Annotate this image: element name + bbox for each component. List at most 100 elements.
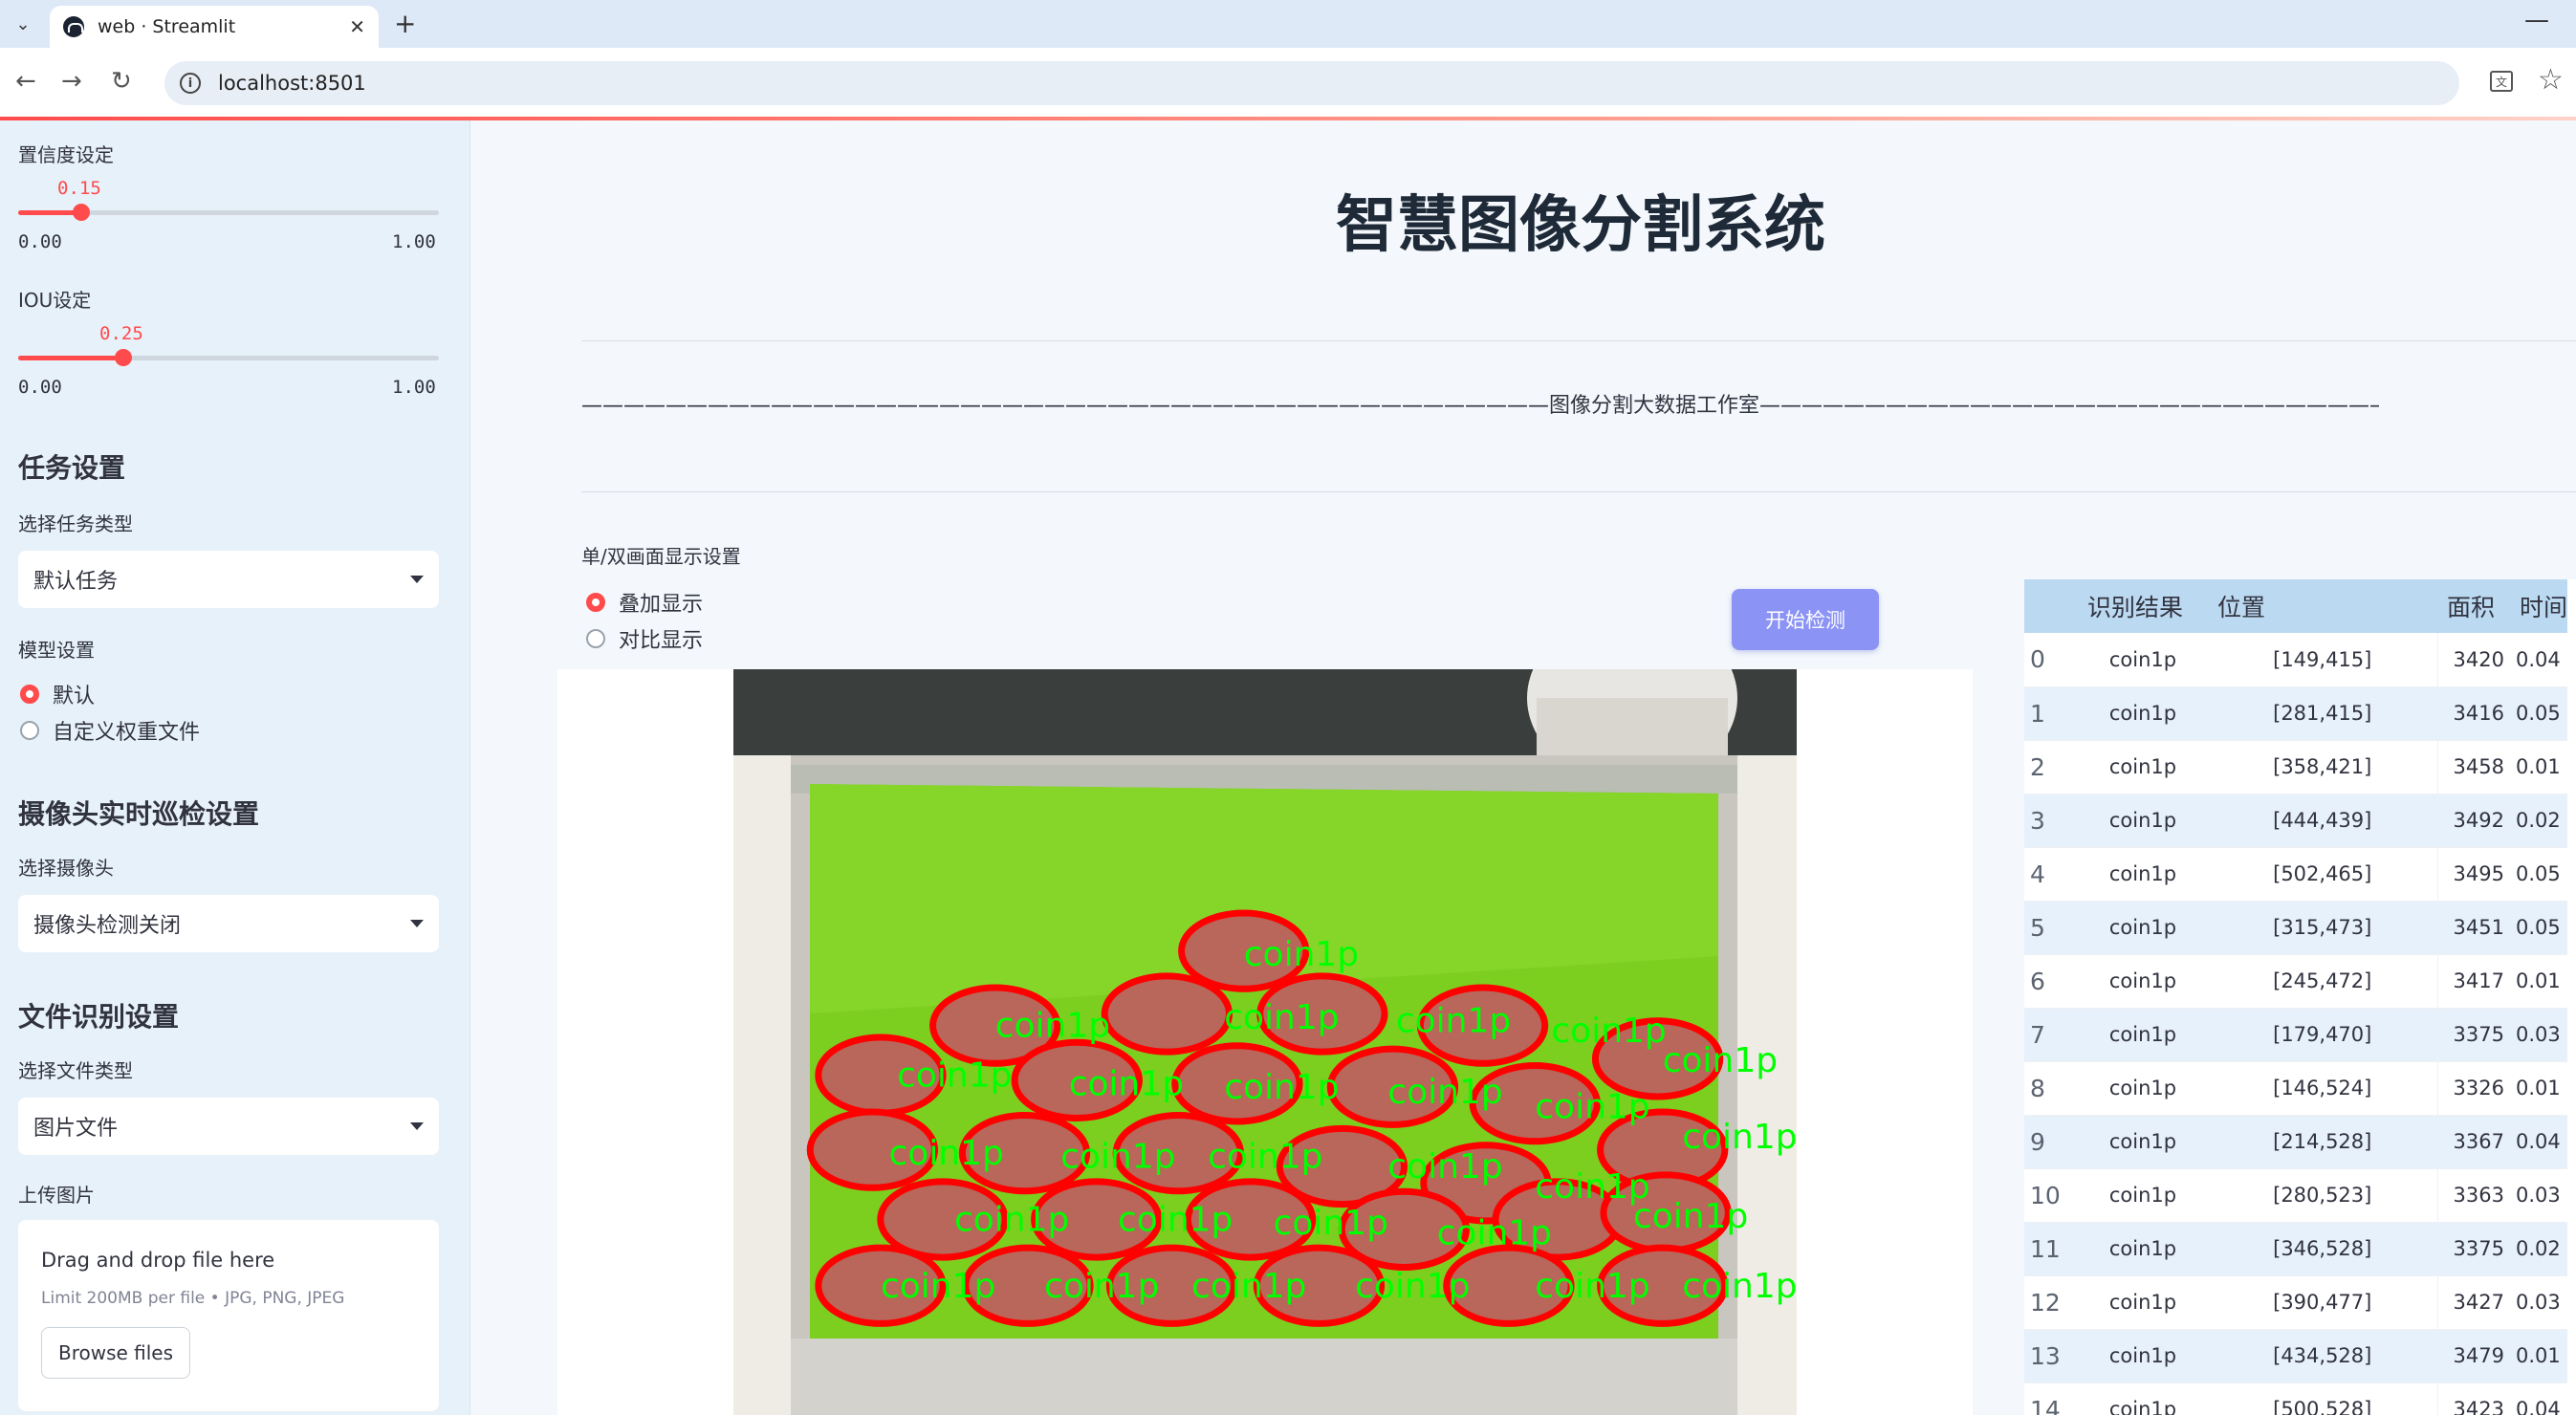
header-position[interactable]: 位置 <box>2208 579 2437 633</box>
header-class[interactable]: 识别结果 <box>2078 579 2208 633</box>
row-time: 0.03 <box>2510 1008 2567 1062</box>
table-row[interactable]: 9 coin1p [214,528] 3367 0.04 <box>2024 1115 2567 1169</box>
table-row[interactable]: 4 coin1p [502,465] 3495 0.05 <box>2024 847 2567 902</box>
iou-slider-fill <box>18 356 123 360</box>
coin-label: coin1p <box>1387 1073 1502 1112</box>
tab-search-chevron-icon[interactable]: ⌄ <box>8 10 38 38</box>
radio-custom[interactable] <box>20 721 39 740</box>
table-row[interactable]: 13 coin1p [434,528] 3479 0.01 <box>2024 1329 2567 1383</box>
address-bar[interactable]: i localhost:8501 <box>164 61 2459 105</box>
results-table[interactable]: 识别结果 位置 面积 时间 0 coin1p [149,415] 3420 0.04 1 c… <box>2024 579 2576 1415</box>
table-row[interactable]: 7 coin1p [179,470] 3375 0.03 <box>2024 1008 2567 1062</box>
translate-icon[interactable]: 文 <box>2490 71 2513 92</box>
task-type-value: 默认任务 <box>33 570 119 594</box>
result-image-panel: coin1p coin1p coin1p coin1p coin1p coin1p coin… <box>557 669 1973 1415</box>
url-text[interactable]: localhost:8501 <box>218 72 366 95</box>
row-area: 3367 <box>2436 1115 2510 1169</box>
confidence-slider-thumb[interactable] <box>73 204 90 221</box>
browse-files-button[interactable]: Browse files <box>41 1327 190 1379</box>
tab-close-icon[interactable]: ✕ <box>349 15 365 38</box>
start-detection-button[interactable]: 开始检测 <box>1732 589 1879 650</box>
chevron-down-icon <box>410 920 424 927</box>
header-time[interactable]: 时间 <box>2510 579 2567 633</box>
browser-tab-bar: ⌄ web · Streamlit ✕ + — <box>0 0 2576 48</box>
coin-label: coin1p <box>1437 1213 1552 1252</box>
row-class: coin1p <box>2078 901 2208 955</box>
display-option-overlay[interactable]: 叠加显示 <box>586 587 703 618</box>
table-row[interactable]: 0 coin1p [149,415] 3420 0.04 <box>2024 633 2567 687</box>
task-type-select[interactable]: 默认任务 <box>18 551 439 608</box>
confidence-slider[interactable] <box>18 204 439 221</box>
row-time: 0.05 <box>2510 847 2567 902</box>
row-area: 3416 <box>2436 686 2510 741</box>
row-time: 0.03 <box>2510 1168 2567 1223</box>
display-option-compare[interactable]: 对比显示 <box>586 623 703 654</box>
radio-default[interactable] <box>20 685 39 704</box>
new-tab-button[interactable]: + <box>394 8 416 39</box>
camera-select-value: 摄像头检测关闭 <box>33 914 182 938</box>
back-arrow-icon[interactable]: ← <box>15 67 36 96</box>
camera-settings-heading: 摄像头实时巡检设置 <box>18 798 260 830</box>
radio-overlay[interactable] <box>586 593 605 612</box>
row-class: coin1p <box>2078 1115 2208 1169</box>
row-position: [280,523] <box>2208 1168 2437 1223</box>
confidence-min: 0.00 <box>18 231 62 252</box>
task-type-label: 选择任务类型 <box>18 512 133 535</box>
display-option-overlay-label: 叠加显示 <box>619 593 704 617</box>
table-row[interactable]: 6 coin1p [245,472] 3417 0.01 <box>2024 954 2567 1009</box>
iou-slider[interactable] <box>18 349 439 366</box>
radio-compare[interactable] <box>586 629 605 648</box>
minimize-window-button[interactable]: — <box>2524 6 2549 34</box>
table-row[interactable]: 5 coin1p [315,473] 3451 0.05 <box>2024 901 2567 955</box>
row-time: 0.04 <box>2510 1115 2567 1169</box>
chevron-down-icon <box>410 1122 424 1130</box>
coin-label: coin1p <box>1682 1267 1797 1306</box>
coin-label: coin1p <box>1224 1068 1339 1107</box>
table-row[interactable]: 8 coin1p [146,524] 3326 0.01 <box>2024 1061 2567 1116</box>
model-option-custom[interactable]: 自定义权重文件 <box>20 715 200 746</box>
file-type-select[interactable]: 图片文件 <box>18 1098 439 1155</box>
coin-label: coin1p <box>1682 1118 1797 1157</box>
table-row[interactable]: 3 coin1p [444,439] 3492 0.02 <box>2024 794 2567 848</box>
site-info-icon[interactable]: i <box>180 73 201 94</box>
row-class: coin1p <box>2078 740 2208 795</box>
row-area: 3417 <box>2436 954 2510 1009</box>
task-settings-heading: 任务设置 <box>18 452 126 484</box>
table-row[interactable]: 11 coin1p [346,528] 3375 0.02 <box>2024 1222 2567 1276</box>
table-row[interactable]: 2 coin1p [358,421] 3458 0.01 <box>2024 740 2567 795</box>
table-row[interactable]: 14 coin1p [500,528] 3423 0.04 <box>2024 1382 2567 1415</box>
table-row[interactable]: 10 coin1p [280,523] 3363 0.03 <box>2024 1168 2567 1223</box>
model-option-default[interactable]: 默认 <box>20 679 95 709</box>
file-dropzone[interactable]: Drag and drop file here Limit 200MB per … <box>18 1220 439 1411</box>
row-position: [315,473] <box>2208 901 2437 955</box>
row-class: coin1p <box>2078 633 2208 687</box>
row-index: 14 <box>2024 1382 2078 1415</box>
table-row[interactable]: 12 coin1p [390,477] 3427 0.03 <box>2024 1275 2567 1330</box>
confidence-label: 置信度设定 <box>18 143 114 166</box>
bookmark-star-icon[interactable]: ☆ <box>2538 63 2564 97</box>
row-area: 3492 <box>2436 794 2510 848</box>
model-option-default-label: 默认 <box>53 685 96 708</box>
row-area: 3479 <box>2436 1329 2510 1383</box>
row-index: 10 <box>2024 1168 2078 1223</box>
row-position: [214,528] <box>2208 1115 2437 1169</box>
header-area[interactable]: 面积 <box>2437 579 2510 633</box>
reload-icon[interactable]: ↻ <box>111 67 132 96</box>
row-position: [500,528] <box>2208 1382 2437 1415</box>
divider-bottom <box>581 491 2576 492</box>
forward-arrow-icon[interactable]: → <box>61 67 82 96</box>
dropzone-limit: Limit 200MB per file • JPG, PNG, JPEG <box>41 1289 345 1308</box>
coin-label: coin1p <box>1118 1200 1233 1239</box>
row-index: 8 <box>2024 1061 2078 1116</box>
coin-label: coin1p <box>1224 998 1339 1037</box>
browser-tab[interactable]: web · Streamlit ✕ <box>50 6 379 48</box>
row-position: [434,528] <box>2208 1329 2437 1383</box>
table-row[interactable]: 1 coin1p [281,415] 3416 0.05 <box>2024 686 2567 741</box>
studio-banner: ————————————————————————————————————————… <box>581 394 2379 418</box>
row-index: 2 <box>2024 740 2078 795</box>
camera-select[interactable]: 摄像头检测关闭 <box>18 895 439 952</box>
iou-slider-thumb[interactable] <box>115 349 132 366</box>
coin-label: coin1p <box>1396 1001 1511 1040</box>
coin-label: coin1p <box>897 1056 1012 1096</box>
row-time: 0.01 <box>2510 740 2567 795</box>
